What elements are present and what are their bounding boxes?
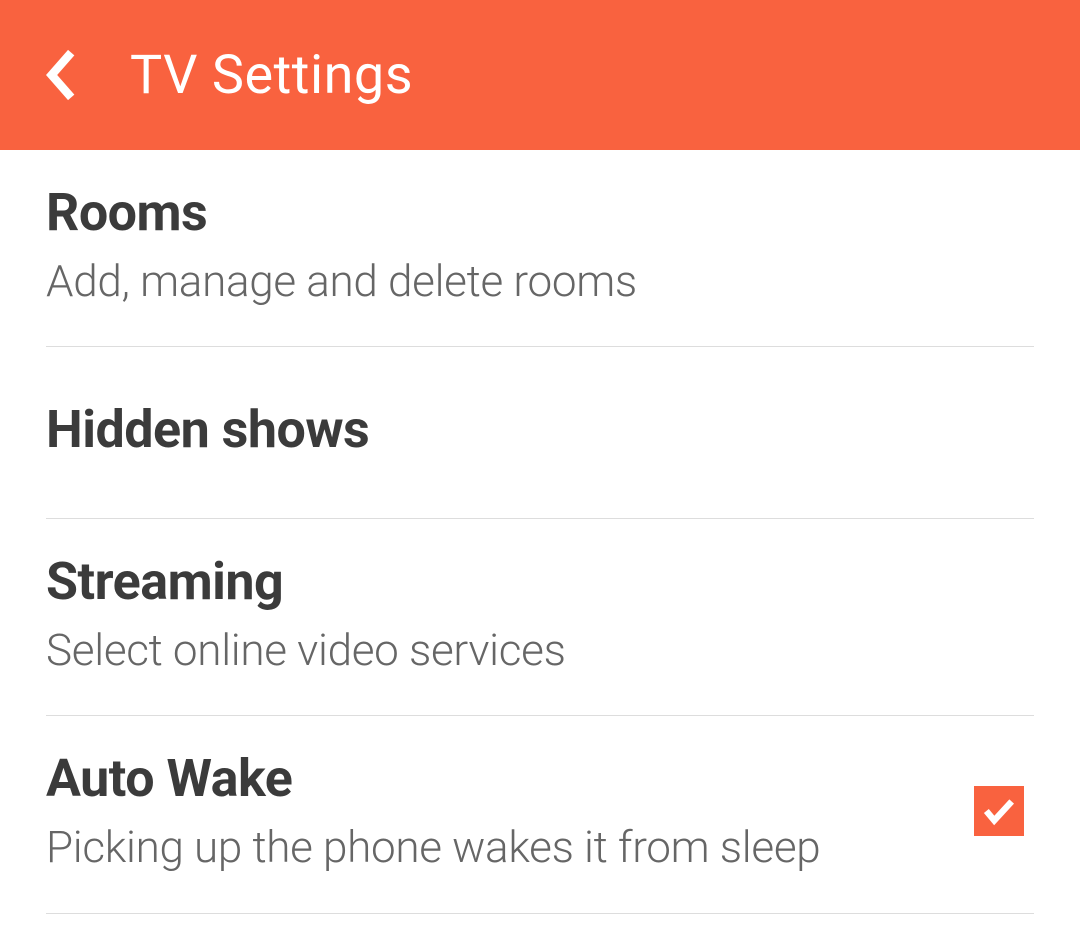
setting-text: Auto Wake Picking up the phone wakes it … (46, 746, 954, 876)
setting-item-streaming[interactable]: Streaming Select online video services (46, 519, 1034, 716)
page-title: TV Settings (130, 44, 413, 107)
setting-title: Hidden shows (46, 377, 1034, 482)
back-icon[interactable] (40, 45, 80, 105)
setting-subtitle: Add, manage and delete rooms (46, 253, 1034, 310)
header: TV Settings (0, 0, 1080, 150)
setting-item-rooms[interactable]: Rooms Add, manage and delete rooms (46, 150, 1034, 347)
setting-text: Rooms Add, manage and delete rooms (46, 180, 1034, 310)
settings-list: Rooms Add, manage and delete rooms Hidde… (0, 150, 1080, 914)
check-icon (980, 792, 1018, 830)
setting-item-auto-wake[interactable]: Auto Wake Picking up the phone wakes it … (46, 716, 1034, 913)
setting-title: Auto Wake (46, 746, 954, 811)
checkbox-auto-wake[interactable] (974, 786, 1024, 836)
setting-text: Hidden shows (46, 377, 1034, 482)
setting-title: Rooms (46, 180, 1034, 245)
setting-text: Streaming Select online video services (46, 549, 1034, 679)
setting-title: Streaming (46, 549, 1034, 614)
setting-item-hidden-shows[interactable]: Hidden shows (46, 347, 1034, 519)
setting-subtitle: Select online video services (46, 622, 1034, 679)
setting-subtitle: Picking up the phone wakes it from sleep (46, 819, 954, 876)
